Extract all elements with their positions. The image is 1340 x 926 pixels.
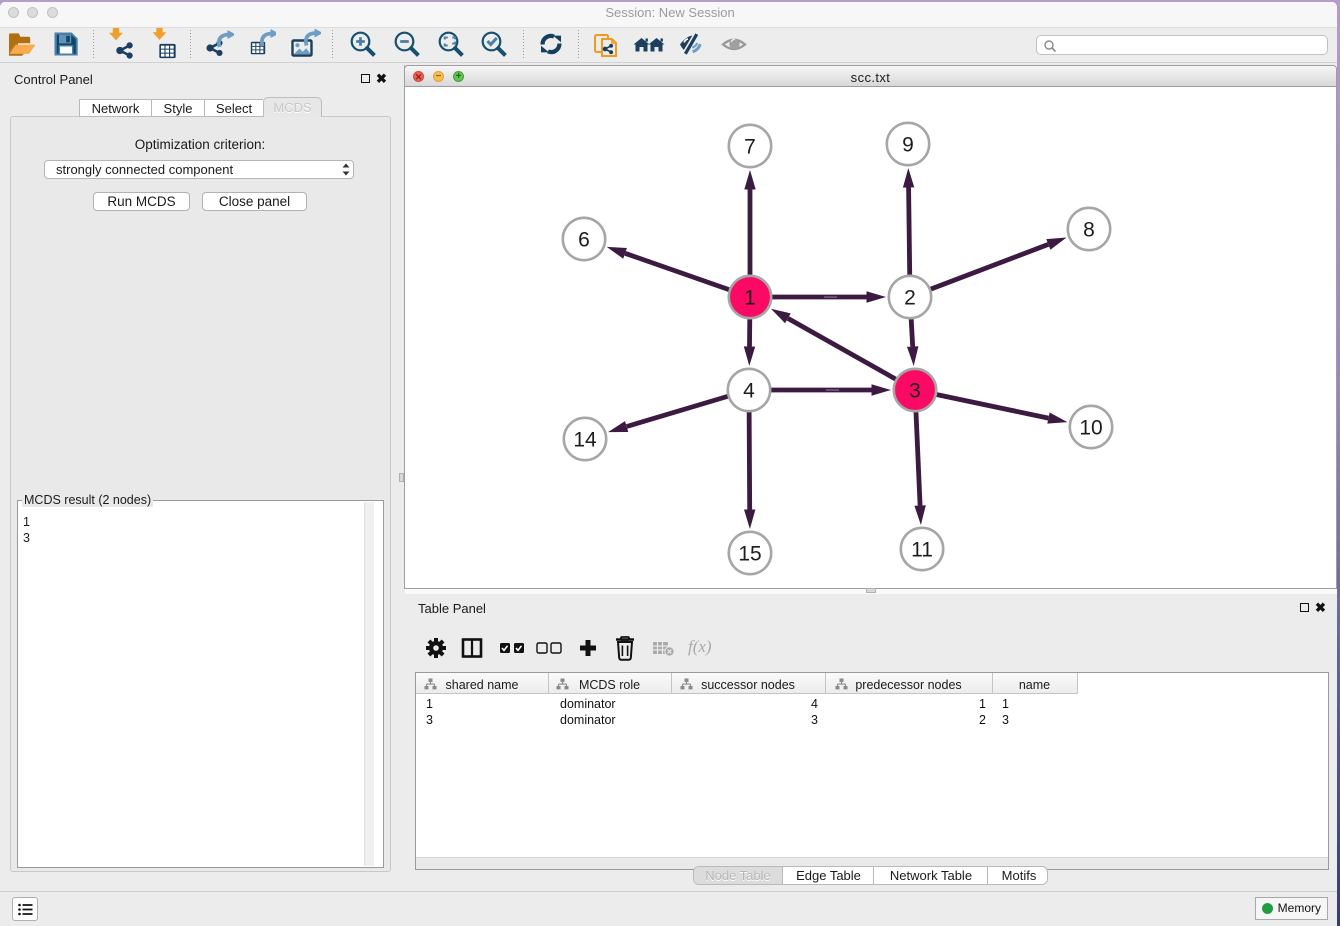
svg-text:6: 6 xyxy=(578,229,590,252)
svg-text:8: 8 xyxy=(1083,219,1095,242)
svg-text:1: 1 xyxy=(744,287,756,310)
svg-text:2: 2 xyxy=(904,287,916,310)
svg-text:3: 3 xyxy=(909,380,921,403)
svg-text:15: 15 xyxy=(738,543,761,566)
svg-text:7: 7 xyxy=(744,136,756,159)
svg-text:11: 11 xyxy=(911,539,933,562)
svg-text:10: 10 xyxy=(1079,417,1102,440)
svg-text:9: 9 xyxy=(902,134,914,157)
svg-text:14: 14 xyxy=(573,429,597,452)
svg-text:4: 4 xyxy=(743,380,755,403)
